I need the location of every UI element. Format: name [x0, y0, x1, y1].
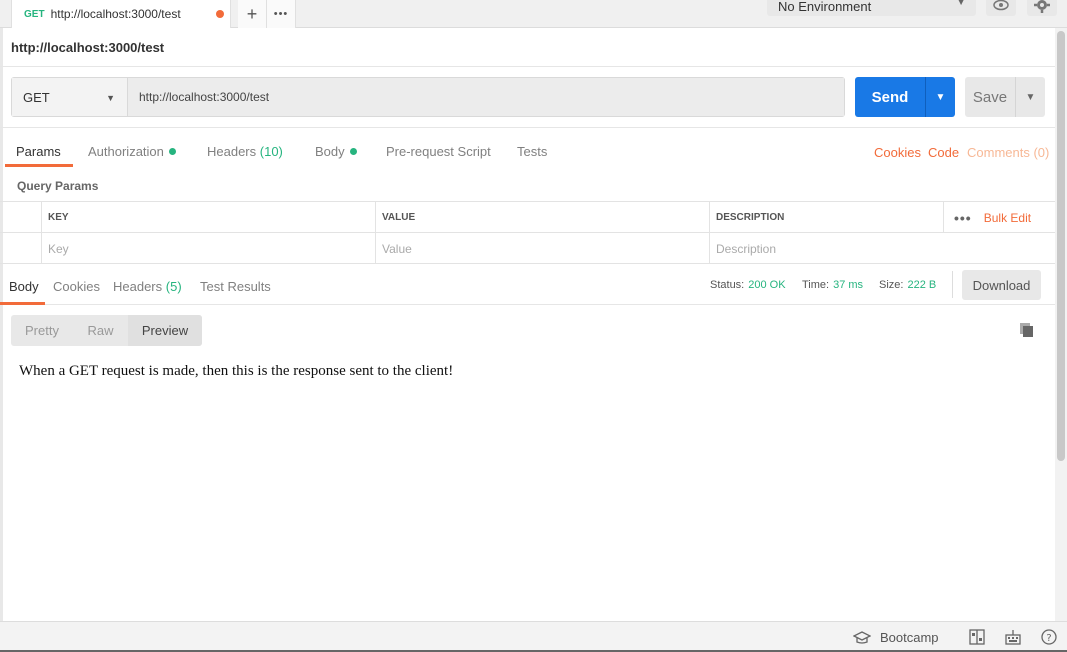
copy-button[interactable]	[1019, 322, 1035, 338]
tab-params[interactable]: Params	[16, 144, 61, 159]
column-value: VALUE	[375, 202, 709, 233]
response-tabs: Body Cookies Headers (5) Test Results St…	[0, 270, 1055, 305]
method-select[interactable]: GET ▼	[12, 78, 128, 116]
keyboard-icon	[1005, 630, 1021, 645]
environment-select[interactable]: No Environment ▼	[767, 0, 976, 16]
value-input[interactable]: Value	[375, 233, 709, 264]
time-label: Time:	[802, 279, 830, 291]
tab-authorization-label: Authorization	[88, 144, 164, 159]
tab-authorization[interactable]: Authorization	[88, 144, 176, 159]
view-preview-button[interactable]: Preview	[128, 315, 202, 346]
view-mode-toggle: Pretty Raw Preview	[11, 315, 202, 346]
svg-text:?: ?	[1046, 633, 1051, 644]
help-icon: ?	[1041, 629, 1057, 645]
divider	[0, 66, 1055, 67]
key-input[interactable]: Key	[41, 233, 375, 264]
new-tab-button[interactable]: +	[238, 0, 267, 28]
tab-body-label: Body	[315, 144, 345, 159]
save-options-button[interactable]: ▼	[1015, 77, 1045, 117]
bootcamp-label: Bootcamp	[880, 630, 939, 645]
scrollbar-thumb[interactable]	[1057, 31, 1065, 461]
status-label: Status:	[710, 279, 745, 291]
divider	[0, 127, 1055, 128]
unsaved-dot-icon	[216, 10, 224, 18]
response-headers-count: (5)	[165, 279, 182, 294]
column-key: KEY	[41, 202, 375, 233]
help-button[interactable]: ?	[1040, 628, 1058, 646]
status-value: 200 OK	[748, 279, 786, 291]
eye-icon	[993, 0, 1009, 11]
copy-icon	[1020, 323, 1033, 337]
settings-button[interactable]	[1027, 0, 1057, 16]
tab-tests[interactable]: Tests	[517, 144, 547, 159]
send-button[interactable]: Send	[855, 77, 925, 117]
response-preview: When a GET request is made, then this is…	[19, 363, 454, 379]
tab-method: GET	[24, 8, 45, 20]
tab-headers[interactable]: Headers (10)	[207, 144, 283, 159]
chevron-down-icon: ▼	[1025, 91, 1036, 103]
description-input[interactable]: Description	[709, 233, 1055, 264]
column-description: DESCRIPTION	[709, 202, 943, 233]
table-row: Key Value Description	[0, 233, 1055, 264]
download-button[interactable]: Download	[962, 270, 1041, 300]
tab-response-cookies[interactable]: Cookies	[53, 279, 100, 294]
size-label: Size:	[879, 279, 904, 291]
two-pane-icon	[969, 629, 985, 645]
keyboard-shortcuts-button[interactable]	[1004, 628, 1022, 646]
request-name[interactable]: http://localhost:3000/test	[11, 40, 164, 55]
cookies-link[interactable]: Cookies	[874, 145, 921, 160]
size-value: 222 B	[907, 279, 937, 291]
view-raw-button[interactable]: Raw	[73, 315, 128, 346]
method-value: GET	[23, 89, 50, 105]
tab-response-headers[interactable]: Headers (5)	[113, 279, 182, 294]
tab-more-button[interactable]: •••	[267, 0, 296, 28]
left-edge	[0, 28, 3, 621]
chevron-down-icon: ▼	[956, 0, 966, 8]
active-tab-underline	[5, 164, 73, 167]
code-link[interactable]: Code	[928, 145, 959, 160]
tab-prerequest-script[interactable]: Pre-request Script	[386, 144, 491, 159]
chevron-down-icon: ▼	[935, 91, 946, 103]
view-pretty-button[interactable]: Pretty	[11, 315, 73, 346]
divider	[952, 271, 953, 298]
time-indicator: Time: 37 ms	[802, 279, 863, 291]
tab-test-results[interactable]: Test Results	[200, 279, 271, 294]
environment-value: No Environment	[778, 0, 872, 14]
table-actions: ••• Bulk Edit	[943, 202, 1055, 233]
time-value: 37 ms	[833, 279, 864, 291]
active-tab-underline	[0, 302, 45, 305]
send-options-button[interactable]: ▼	[925, 77, 955, 117]
environment-quick-look-button[interactable]	[986, 0, 1016, 16]
graduation-cap-icon	[853, 630, 871, 644]
size-indicator: Size: 222 B	[879, 279, 936, 291]
indicator-dot-icon	[349, 148, 357, 155]
tab-title: http://localhost:3000/test	[50, 7, 181, 21]
comments-link[interactable]: Comments (0)	[967, 145, 1049, 160]
url-bar: GET ▼	[11, 77, 845, 117]
vertical-scrollbar[interactable]	[1055, 28, 1067, 621]
gear-icon	[1034, 0, 1050, 13]
two-pane-view-button[interactable]	[968, 628, 986, 646]
tab-response-headers-label: Headers	[113, 279, 163, 294]
chevron-down-icon: ▼	[106, 93, 115, 103]
url-input[interactable]	[128, 78, 844, 116]
query-params-label: Query Params	[17, 179, 99, 193]
tab-headers-label: Headers	[207, 144, 257, 159]
bulk-edit-link[interactable]: Bulk Edit	[984, 211, 1031, 225]
tab-response-body[interactable]: Body	[9, 279, 39, 294]
tab-bar: GET http://localhost:3000/test + ••• No …	[0, 0, 1067, 28]
tab-body[interactable]: Body	[315, 144, 357, 159]
table-header-row: KEY VALUE DESCRIPTION ••• Bulk Edit	[0, 202, 1055, 233]
status-bar: Bootcamp ?	[0, 621, 1067, 652]
headers-count: (10)	[259, 144, 283, 159]
bootcamp-button[interactable]: Bootcamp	[853, 630, 939, 645]
request-tabs: Params Authorization Headers (10) Body P…	[0, 138, 1055, 167]
query-params-table: KEY VALUE DESCRIPTION ••• Bulk Edit Key …	[0, 201, 1055, 264]
indicator-dot-icon	[168, 148, 176, 155]
more-icon[interactable]: •••	[954, 210, 972, 226]
status-indicator: Status: 200 OK	[710, 279, 786, 291]
save-button[interactable]: Save	[965, 77, 1015, 117]
request-tab[interactable]: GET http://localhost:3000/test	[11, 0, 231, 28]
